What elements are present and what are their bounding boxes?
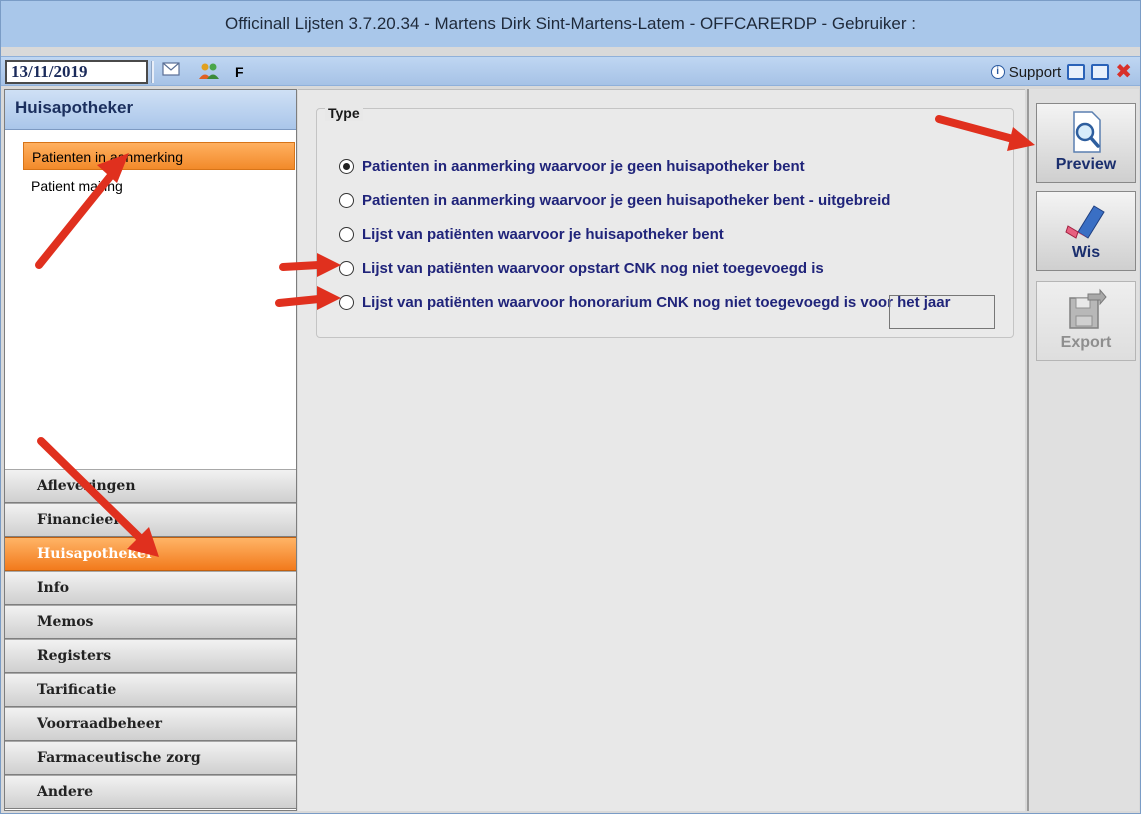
arrow-preview <box>935 115 1035 151</box>
annotation-arrows <box>35 115 1035 557</box>
arrow-option-opstart <box>279 253 341 277</box>
app-window: Officinall Lijsten 3.7.20.34 - Martens D… <box>0 0 1141 814</box>
arrow-sidebar-item <box>35 153 129 269</box>
arrow-nav-huisapotheker <box>37 437 159 557</box>
arrow-option-honorarium <box>275 286 341 310</box>
